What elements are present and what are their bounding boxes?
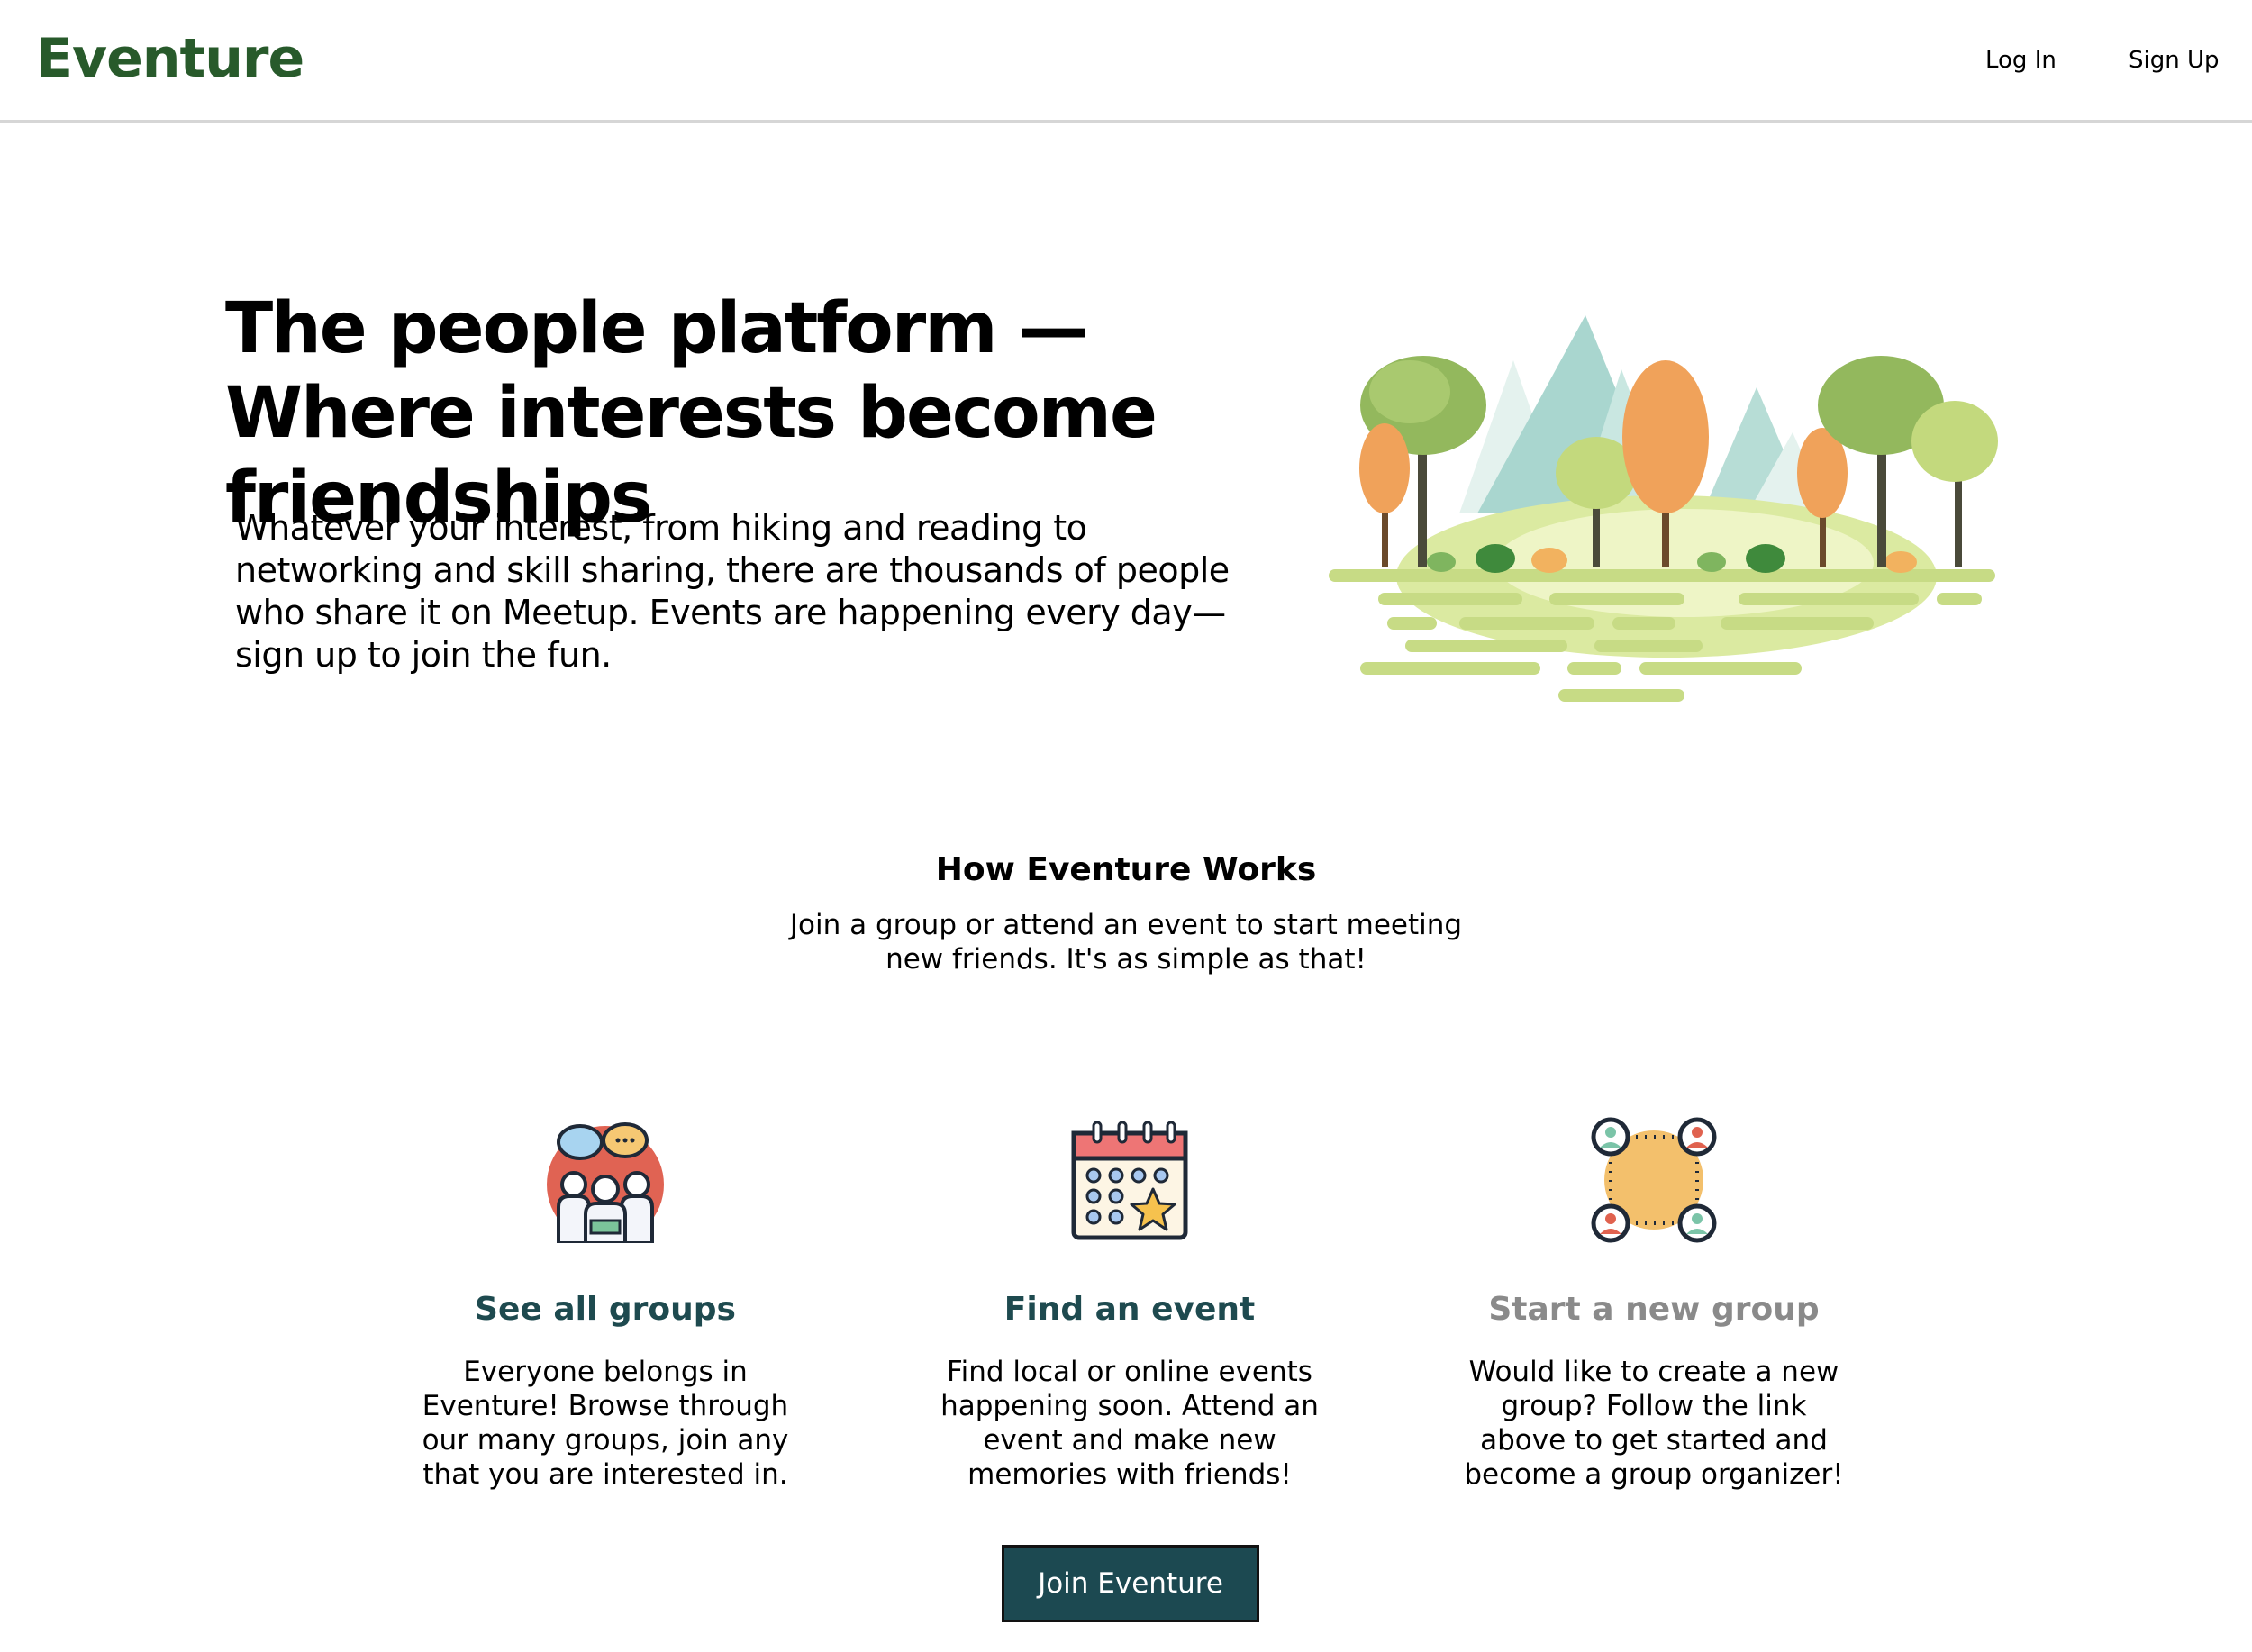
find-event-card: Find an event Find local or online event… [922,1117,1337,1492]
see-all-groups-link[interactable]: See all groups [398,1290,813,1330]
start-group-card: Start a new group Would like to create a… [1447,1117,1861,1492]
how-it-works-title: How Eventure Works [935,851,1317,888]
see-all-groups-text: Everyone belongs in Eventure! Browse thr… [422,1356,789,1491]
nature-landscape-illustration [1329,315,1998,702]
start-group-link[interactable]: Start a new group [1447,1290,1861,1330]
network-people-icon [1591,1117,1717,1243]
join-eventure-button[interactable]: Join Eventure [1002,1545,1259,1622]
start-group-text: Would like to create a new group? Follow… [1464,1356,1844,1491]
login-link[interactable]: Log In [1985,47,2057,74]
calendar-icon [1071,1121,1188,1240]
group-chat-icon [547,1122,664,1243]
hero-subtitle: Whatever your interest, from hiking and … [235,508,1230,675]
find-event-text: Find local or online events happening so… [940,1356,1319,1491]
signup-link[interactable]: Sign Up [2129,47,2220,74]
how-it-works-subtitle: Join a group or attend an event to start… [789,909,1463,976]
top-navbar: Eventure Log In Sign Up [0,0,2252,123]
hero-title: The people platform — Where interests be… [225,288,1158,539]
find-event-link[interactable]: Find an event [922,1290,1337,1330]
see-all-groups-card: See all groups Everyone belongs in Event… [398,1117,813,1492]
eventure-logo[interactable]: Eventure [36,27,304,90]
